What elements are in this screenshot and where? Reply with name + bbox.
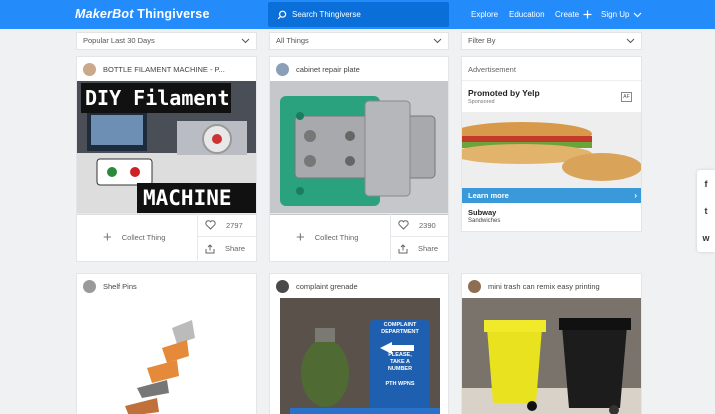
avatar[interactable] (83, 62, 96, 76)
top-navigation-bar: MakerBot Thingiverse Search Thingiverse … (0, 0, 715, 29)
heart-icon (398, 220, 409, 230)
share-label: Share (418, 244, 439, 253)
ad-image[interactable] (462, 112, 641, 188)
thing-card[interactable]: BOTTLE FILAMENT MACHINE - P... DIY Filam… (76, 56, 257, 262)
learn-more-button[interactable]: Learn more › (462, 188, 641, 203)
ad-title[interactable]: Promoted by Yelp (468, 88, 540, 98)
sign-line: TAKE A (390, 359, 410, 365)
thing-card[interactable]: complaint grenade COMPLAINT DEPARTMENT P… (269, 273, 449, 414)
thingiverse-logo[interactable]: MakerBot Thingiverse (75, 7, 210, 21)
like-count: 2390 (419, 220, 436, 230)
like-button[interactable]: 2797 (197, 214, 256, 237)
thing-thumbnail[interactable] (462, 298, 641, 414)
plus-icon: + (296, 229, 305, 246)
adchoices-icon[interactable]: AF (621, 92, 632, 102)
like-count: 2797 (226, 220, 243, 230)
plus-icon (583, 10, 592, 19)
ad-business-name[interactable]: Subway (468, 208, 496, 217)
sign-line: NUMBER (387, 366, 413, 372)
thing-card[interactable]: Shelf Pins (76, 273, 257, 414)
image-caption-bottom: MACHINE (143, 186, 232, 210)
share-button[interactable]: Share (197, 237, 256, 260)
search-input[interactable]: Search Thingiverse (268, 2, 449, 27)
filter-by-dropdown-value: Filter By (468, 36, 496, 45)
nav-signup-label: Sign Up (601, 10, 630, 19)
thing-thumbnail[interactable]: COMPLAINT DEPARTMENT PLEASE, TAKE A NUMB… (280, 298, 440, 414)
nav-create[interactable]: Create (555, 10, 592, 19)
avatar[interactable] (276, 62, 289, 76)
avatar[interactable] (276, 279, 289, 293)
chevron-down-icon (626, 38, 635, 44)
sign-line: PTH WPNS (385, 381, 415, 387)
image-caption-top: DIY Filament (85, 86, 230, 110)
collect-label: Collect Thing (314, 233, 359, 242)
filter-by-dropdown[interactable]: Filter By (461, 32, 642, 50)
plus-icon: + (103, 229, 112, 246)
thing-title[interactable]: cabinet repair plate (296, 65, 360, 74)
thing-title[interactable]: complaint grenade (296, 282, 358, 291)
avatar[interactable] (468, 279, 481, 293)
share-icon (398, 243, 408, 253)
category-dropdown[interactable]: All Things (269, 32, 449, 50)
chevron-right-icon: › (634, 191, 637, 200)
thing-thumbnail[interactable] (77, 298, 256, 414)
chevron-down-icon (634, 12, 642, 17)
logo-thingiverse-text: Thingiverse (137, 7, 210, 21)
advertisement-label: Advertisement (462, 57, 641, 81)
social-share-sidebar: f t w (697, 170, 715, 252)
learn-more-label: Learn more (468, 191, 509, 200)
sponsored-label: Sponsored (468, 99, 495, 105)
thing-thumbnail[interactable]: DIY Filament MACHINE (77, 81, 256, 215)
sign-line: COMPLAINT (383, 322, 417, 328)
sign-line: DEPARTMENT (381, 329, 419, 335)
advertisement-card: Advertisement Promoted by Yelp Sponsored… (461, 56, 642, 232)
collect-label: Collect Thing (121, 233, 166, 242)
heart-icon (205, 220, 216, 230)
like-button[interactable]: 2390 (390, 214, 448, 237)
facebook-icon[interactable]: f (697, 170, 715, 197)
sign-line: PLEASE, (388, 352, 412, 358)
whatsapp-icon[interactable]: w (697, 224, 715, 251)
collect-thing-button[interactable]: + Collect Thing (77, 214, 196, 261)
thing-title[interactable]: mini trash can remix easy printing (488, 282, 600, 291)
nav-explore[interactable]: Explore (471, 10, 498, 19)
share-icon (205, 243, 215, 253)
share-button[interactable]: Share (390, 237, 448, 260)
sandwich-photo (462, 112, 641, 188)
search-icon (277, 10, 287, 19)
thing-title[interactable]: BOTTLE FILAMENT MACHINE - P... (103, 65, 225, 74)
nav-create-label: Create (555, 10, 580, 19)
thing-thumbnail[interactable] (270, 81, 448, 215)
category-dropdown-value: All Things (276, 36, 309, 45)
avatar[interactable] (83, 279, 96, 293)
sort-dropdown-value: Popular Last 30 Days (83, 36, 155, 45)
twitter-icon[interactable]: t (697, 197, 715, 224)
cabinet-hinge-photo (270, 81, 448, 215)
chevron-down-icon (241, 38, 250, 44)
logo-makerbot-text: MakerBot (75, 7, 134, 21)
share-label: Share (225, 244, 246, 253)
thing-card[interactable]: cabinet repair plate + Collect Thing 2390… (269, 56, 449, 262)
nav-education[interactable]: Education (509, 10, 545, 19)
collect-thing-button[interactable]: + Collect Thing (270, 214, 389, 261)
ad-business-category: Sandwiches (468, 218, 501, 224)
mini-trash-can-photo (462, 298, 641, 414)
search-placeholder: Search Thingiverse (292, 10, 361, 19)
chevron-down-icon (433, 38, 442, 44)
nav-sign-up[interactable]: Sign Up (601, 10, 642, 19)
sort-dropdown[interactable]: Popular Last 30 Days (76, 32, 257, 50)
thing-card[interactable]: mini trash can remix easy printing (461, 273, 642, 414)
thing-title[interactable]: Shelf Pins (103, 282, 137, 291)
complaint-sign: COMPLAINT DEPARTMENT PLEASE, TAKE A NUMB… (372, 322, 428, 388)
shelf-pins-render (125, 320, 195, 414)
